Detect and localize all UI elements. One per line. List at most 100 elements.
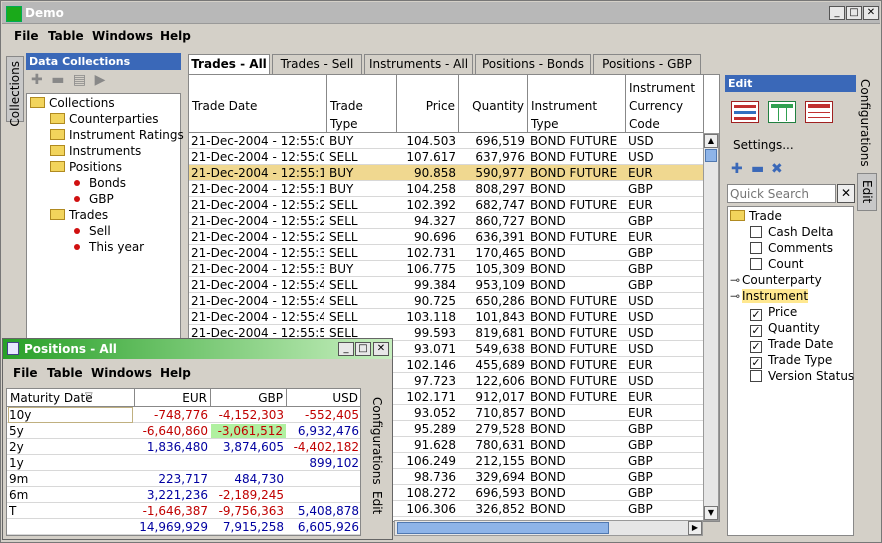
field-item[interactable]: Cash Delta [750,225,833,241]
sort-icon[interactable]: ▽ [85,391,93,402]
positions-minimize-icon[interactable]: _ [338,342,354,356]
positions-column-header[interactable]: USD [287,389,360,407]
field-checkbox[interactable] [750,226,762,238]
table-row[interactable]: 21-Dec-2004 - 12:55:45 SELL 90.725 650,286 B… [189,293,719,309]
positions-row[interactable]: 14,969,929 7,915,258 6,605,926 [7,519,360,535]
expand-node-icon[interactable]: ⊸ [730,289,742,303]
settings-link[interactable]: Settings... [733,138,794,152]
tree-item[interactable]: Trades [50,208,108,224]
positions-column-header[interactable]: EUR [135,389,211,407]
positions-row[interactable]: 10y -748,776 -4,152,303 -552,405 [7,407,360,423]
document-icon[interactable]: ▤ [73,72,86,88]
remove-icon[interactable]: ▬ [51,72,64,88]
positions-edit-vtab[interactable]: Edit [370,491,388,521]
expand-node-icon[interactable]: ⊸ [730,273,742,287]
field-checkbox[interactable]: ✓ [750,325,762,337]
field-item[interactable]: Count [750,257,804,273]
tab-0[interactable]: Trades - All [188,54,270,75]
table-row[interactable]: 21-Dec-2004 - 12:55:49 SELL 103.118 101,843… [189,309,719,325]
field-item[interactable]: Version Status [750,369,854,385]
table-row[interactable]: 21-Dec-2004 - 12:55:25 SELL 94.327 860,727 B… [189,213,719,229]
table-row[interactable]: 21-Dec-2004 - 12:55:09 SELL 107.617 637,976… [189,149,719,165]
add-icon[interactable]: ✚ [31,72,43,88]
menu-table[interactable]: Table [48,29,84,43]
tree-item[interactable]: GBP [70,192,114,208]
tree-item[interactable]: Instruments [50,144,141,160]
tree-item[interactable]: Counterparties [50,112,159,128]
tab-2[interactable]: Instruments - All [364,54,473,74]
tree-item[interactable]: This year [70,240,144,256]
table-row[interactable]: 21-Dec-2004 - 12:55:37 BUY 106.775 105,309 B… [189,261,719,277]
scroll-thumb[interactable] [705,149,717,162]
menu-windows[interactable]: Windows [92,29,153,43]
table-row[interactable]: 21-Dec-2004 - 12:55:21 SELL 102.392 682,747… [189,197,719,213]
table-row[interactable]: 21-Dec-2004 - 12:55:05 BUY 104.503 696,519 B… [189,133,719,149]
column-header[interactable]: Trade Date [189,75,327,133]
field-item[interactable]: Trade [730,209,782,225]
column-header[interactable]: Instrument Currency Code [626,75,704,133]
positions-column-header[interactable]: GBP [211,389,287,407]
edit-vtab[interactable]: Edit [857,173,877,211]
tab-1[interactable]: Trades - Sell [272,54,362,74]
positions-row[interactable]: 1y 899,102 [7,455,360,471]
quick-search-input[interactable] [727,184,836,203]
positions-close-icon[interactable]: ✕ [373,342,389,356]
tree-item[interactable]: Positions [50,160,122,176]
configurations-vtab[interactable]: Configurations [858,79,876,169]
hscroll-thumb[interactable] [397,522,609,534]
column-header[interactable]: Trade Type [327,75,397,133]
positions-maximize-icon[interactable]: □ [355,342,371,356]
positions-menu-help[interactable]: Help [160,366,191,380]
table-row[interactable]: 21-Dec-2004 - 12:55:13 BUY 90.858 590,977 BO… [189,165,719,181]
field-checkbox[interactable]: ✓ [750,357,762,369]
layout-columns-icon[interactable] [768,101,796,123]
play-icon[interactable]: ▶ [95,72,106,88]
trades-horizontal-scrollbar[interactable]: ▶ [394,520,703,536]
field-item[interactable]: ⊸ Instrument [730,289,809,305]
positions-row[interactable]: 5y -6,640,860 -3,061,512 6,932,476 [7,423,360,439]
field-checkbox[interactable] [750,370,762,382]
scroll-down-icon[interactable]: ▼ [704,506,718,520]
edit-remove-icon[interactable]: ▬ [751,161,764,177]
table-row[interactable]: 21-Dec-2004 - 12:55:41 SELL 99.384 953,109 B… [189,277,719,293]
table-row[interactable]: 21-Dec-2004 - 12:55:29 SELL 90.696 636,391 B… [189,229,719,245]
positions-row[interactable]: 2y 1,836,480 3,874,605 -4,402,182 [7,439,360,455]
minimize-icon[interactable]: _ [829,6,845,20]
layout-grid-icon[interactable] [805,101,833,123]
column-header[interactable]: Quantity [459,75,528,133]
field-checkbox[interactable] [750,258,762,270]
layout-rows-icon[interactable] [731,101,759,123]
edit-add-icon[interactable]: ✚ [731,161,743,177]
collections-vtab[interactable]: Collections [6,56,24,127]
column-header[interactable]: Price [397,75,459,133]
tree-item[interactable]: Collections [30,96,115,112]
positions-menu-file[interactable]: File [13,366,38,380]
tree-item[interactable]: Sell [70,224,111,240]
field-item[interactable]: ✓ Quantity [750,321,820,337]
tab-4[interactable]: Positions - GBP [593,54,701,74]
table-row[interactable]: 21-Dec-2004 - 12:55:33 SELL 102.731 170,465… [189,245,719,261]
scroll-up-icon[interactable]: ▲ [704,134,718,148]
positions-column-header[interactable]: Maturity Date [7,389,135,407]
field-checkbox[interactable]: ✓ [750,341,762,353]
menu-help[interactable]: Help [160,29,191,43]
positions-row[interactable]: T -1,646,387 -9,756,363 5,408,878 [7,503,360,519]
tree-item[interactable]: Instrument Ratings [50,128,184,144]
table-row[interactable]: 21-Dec-2004 - 12:55:17 BUY 104.258 808,297 B… [189,181,719,197]
field-item[interactable]: ✓ Price [750,305,797,321]
positions-row[interactable]: 6m 3,221,236 -2,189,245 [7,487,360,503]
trades-vertical-scrollbar[interactable]: ▲ ▼ [703,133,719,521]
field-item[interactable]: ⊸ Counterparty [730,273,822,289]
scroll-right-icon[interactable]: ▶ [688,521,702,535]
menu-file[interactable]: File [14,29,39,43]
positions-configurations-vtab[interactable]: Configurations [370,397,388,485]
tree-item[interactable]: Bonds [70,176,126,192]
field-item[interactable]: ✓ Trade Date [750,337,833,353]
field-checkbox[interactable] [750,242,762,254]
column-header[interactable]: Instrument Type [528,75,626,133]
edit-delete-icon[interactable]: ✖ [771,161,783,177]
positions-menu-table[interactable]: Table [47,366,83,380]
tab-3[interactable]: Positions - Bonds [475,54,591,74]
maximize-icon[interactable]: □ [846,6,862,20]
field-item[interactable]: ✓ Trade Type [750,353,832,369]
